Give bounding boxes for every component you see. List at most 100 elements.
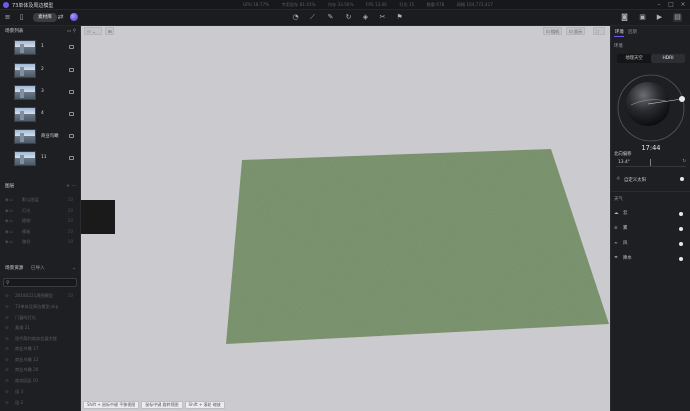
video-icon[interactable]: ▶ <box>655 13 664 22</box>
asset-label: 商业鸟瞰 12 <box>15 357 39 362</box>
asset-row[interactable]: ⊘ 素描 21 <box>0 323 81 334</box>
flag-icon[interactable]: ⚑ <box>395 13 404 22</box>
cut-icon[interactable]: ✂ <box>378 13 387 22</box>
layer-row[interactable]: ◉ ⌂ 模板 10 <box>0 227 81 238</box>
menu-icon[interactable]: ≡ <box>3 13 12 22</box>
sky-mode-segment[interactable]: 地理天空 HDRI <box>617 54 685 63</box>
north-offset-slider[interactable]: 13.4° ↻ <box>616 159 686 167</box>
layer-row[interactable]: ◉ ⌂ 植物 10 <box>0 216 81 227</box>
stat-meshes: 网格 104,772,417 <box>456 2 493 7</box>
scene-label: 11 <box>41 155 47 160</box>
layer-row[interactable]: ◉ ⌂ 路径 10 <box>0 237 81 248</box>
camera-icon[interactable] <box>69 112 74 116</box>
link-icon: ⊘ <box>5 293 9 298</box>
layer-row[interactable]: ◉ ⌂ 灯光 10 <box>0 206 81 217</box>
slider-thumb[interactable] <box>650 159 651 166</box>
scene-label: 3 <box>41 89 44 94</box>
geo-sky-option[interactable]: 地理天空 <box>617 54 651 63</box>
camera-icon[interactable] <box>69 90 74 94</box>
weather-cloud-row[interactable]: ☁ 云 <box>614 208 688 219</box>
asset-row[interactable]: ⊘ 现代简约商务会展大楼 <box>0 334 81 345</box>
hint-rotate: 鼠标中键 旋转视图 <box>141 401 183 409</box>
sun-handle[interactable] <box>679 96 685 102</box>
eye-icon[interactable]: ◉ ⌂ <box>5 216 13 227</box>
tab-post[interactable]: 后期 <box>628 29 637 35</box>
sun-position-dial[interactable] <box>615 72 687 144</box>
cloud-toggle[interactable] <box>679 211 683 216</box>
scene-item[interactable]: 2 <box>0 62 81 80</box>
light-bulb-icon[interactable]: ◔ <box>291 13 300 22</box>
3d-viewport[interactable]: ⚇ ⌄ ⊞ ⊡ 相机 ⊡ 显示 ⛶ Shift + 鼠标中键 平移视图 鼠标中键… <box>81 26 610 411</box>
layer-row[interactable]: ◉ ⌂ 默认图层 10 <box>0 195 81 206</box>
scene-item[interactable]: 4 <box>0 106 81 124</box>
asset-row[interactable]: ⊘ 商业鸟瞰 20 <box>0 365 81 376</box>
maximize-icon[interactable]: □ <box>667 1 675 9</box>
eye-icon[interactable]: ◉ ⌂ <box>5 195 13 206</box>
scene-list-title: 场景列表 <box>5 29 24 34</box>
asset-row[interactable]: ⊘ 商务园区 01 <box>0 376 81 387</box>
stat-fps: FPS 13.00 <box>365 2 387 7</box>
weather-label: 降水 <box>623 256 632 261</box>
asset-search-input[interactable]: ⚲ <box>3 278 77 287</box>
eye-icon[interactable]: ◉ ⌂ <box>5 206 13 217</box>
scene-item[interactable]: 3 <box>0 84 81 102</box>
fog-toggle[interactable] <box>679 226 683 231</box>
measure-icon[interactable]: ⟋ <box>308 13 317 22</box>
stat-gpu: GPU 18.77% <box>243 2 270 7</box>
camera-icon[interactable] <box>69 156 74 160</box>
link-icon: ⊘ <box>5 336 9 341</box>
layers-header: 图层 + ⋯ <box>0 181 81 192</box>
weather-precipitation-row[interactable]: ☂ 降水 <box>614 253 688 264</box>
layer-count: 10 <box>67 197 73 202</box>
image-icon[interactable]: ▣ <box>638 13 647 22</box>
scene-item[interactable]: 1 <box>0 39 81 57</box>
camera-icon[interactable]: ◙ <box>620 13 629 22</box>
render-panel-icon[interactable]: ▤ <box>673 13 682 22</box>
layer-label: 默认图层 <box>22 197 39 202</box>
asset-row[interactable]: ⊘ 商业鸟瞰 17 <box>0 344 81 355</box>
cloud-icon: ☁ <box>614 211 619 216</box>
assets-title[interactable]: 场景资源 <box>5 266 23 271</box>
scene-list-actions-icon[interactable]: ▭ ⚲ <box>67 26 76 37</box>
custom-sun-toggle[interactable] <box>680 177 684 181</box>
collapse-icon[interactable]: ⌄ <box>72 263 76 274</box>
rotate-icon[interactable]: ↻ <box>344 13 353 22</box>
scene-item[interactable]: 11 <box>0 150 81 168</box>
asset-label: 素描 21 <box>15 325 31 330</box>
asset-row[interactable]: ⊘ 20180221周围模型 10 <box>0 291 81 302</box>
weather-wind-row[interactable]: ≈ 风 <box>614 238 688 249</box>
custom-sun-row[interactable]: ☼ 自定义太阳 <box>616 174 686 184</box>
asset-row[interactable]: ⊘ 组 2 <box>0 398 81 409</box>
precipitation-toggle[interactable] <box>679 256 683 261</box>
weather-fog-row[interactable]: ≋ 雾 <box>614 223 688 234</box>
asset-row[interactable]: ⊘ 73单体及周边模型.skp <box>0 302 81 313</box>
dark-object <box>81 200 115 234</box>
custom-sun-label: 自定义太阳 <box>624 178 646 183</box>
asset-row[interactable]: ⊘ 门窗的灯光 <box>0 313 81 324</box>
close-icon[interactable]: × <box>679 1 687 9</box>
swap-icon[interactable]: ⇄ <box>56 13 65 22</box>
minimize-icon[interactable]: – <box>655 1 663 9</box>
add-layer-icon[interactable]: + ⋯ <box>66 181 76 192</box>
asset-label: 73单体及周边模型.skp <box>15 304 59 309</box>
wind-toggle[interactable] <box>679 241 683 246</box>
camera-icon[interactable] <box>69 134 74 138</box>
reset-icon[interactable]: ↻ <box>682 159 686 164</box>
material-library-button[interactable]: 素材库 <box>33 13 57 22</box>
asset-row[interactable]: ⊘ 组 3 <box>0 387 81 398</box>
eye-icon[interactable]: ◉ ⌂ <box>5 227 13 238</box>
camera-icon[interactable] <box>69 68 74 72</box>
eye-icon[interactable]: ◉ ⌂ <box>5 237 13 248</box>
imported-tab[interactable]: 已导入 <box>31 266 45 271</box>
hdri-option[interactable]: HDRI <box>651 54 685 63</box>
camera-icon[interactable] <box>69 45 74 49</box>
scene-thumbnail <box>14 40 36 55</box>
asset-row[interactable]: ⊘ 商业鸟瞰 12 <box>0 355 81 366</box>
file-icon[interactable]: ▯ <box>17 13 26 22</box>
tag-icon[interactable]: ◈ <box>361 13 370 22</box>
assets-header: 场景资源 已导入 ⌄ <box>0 263 81 274</box>
tab-environment[interactable]: 环境 <box>615 29 624 35</box>
scene-item[interactable]: 商业鸟瞰 <box>0 128 81 146</box>
brush-icon[interactable]: ✎ <box>326 13 335 22</box>
ai-orb-icon[interactable] <box>70 13 78 21</box>
